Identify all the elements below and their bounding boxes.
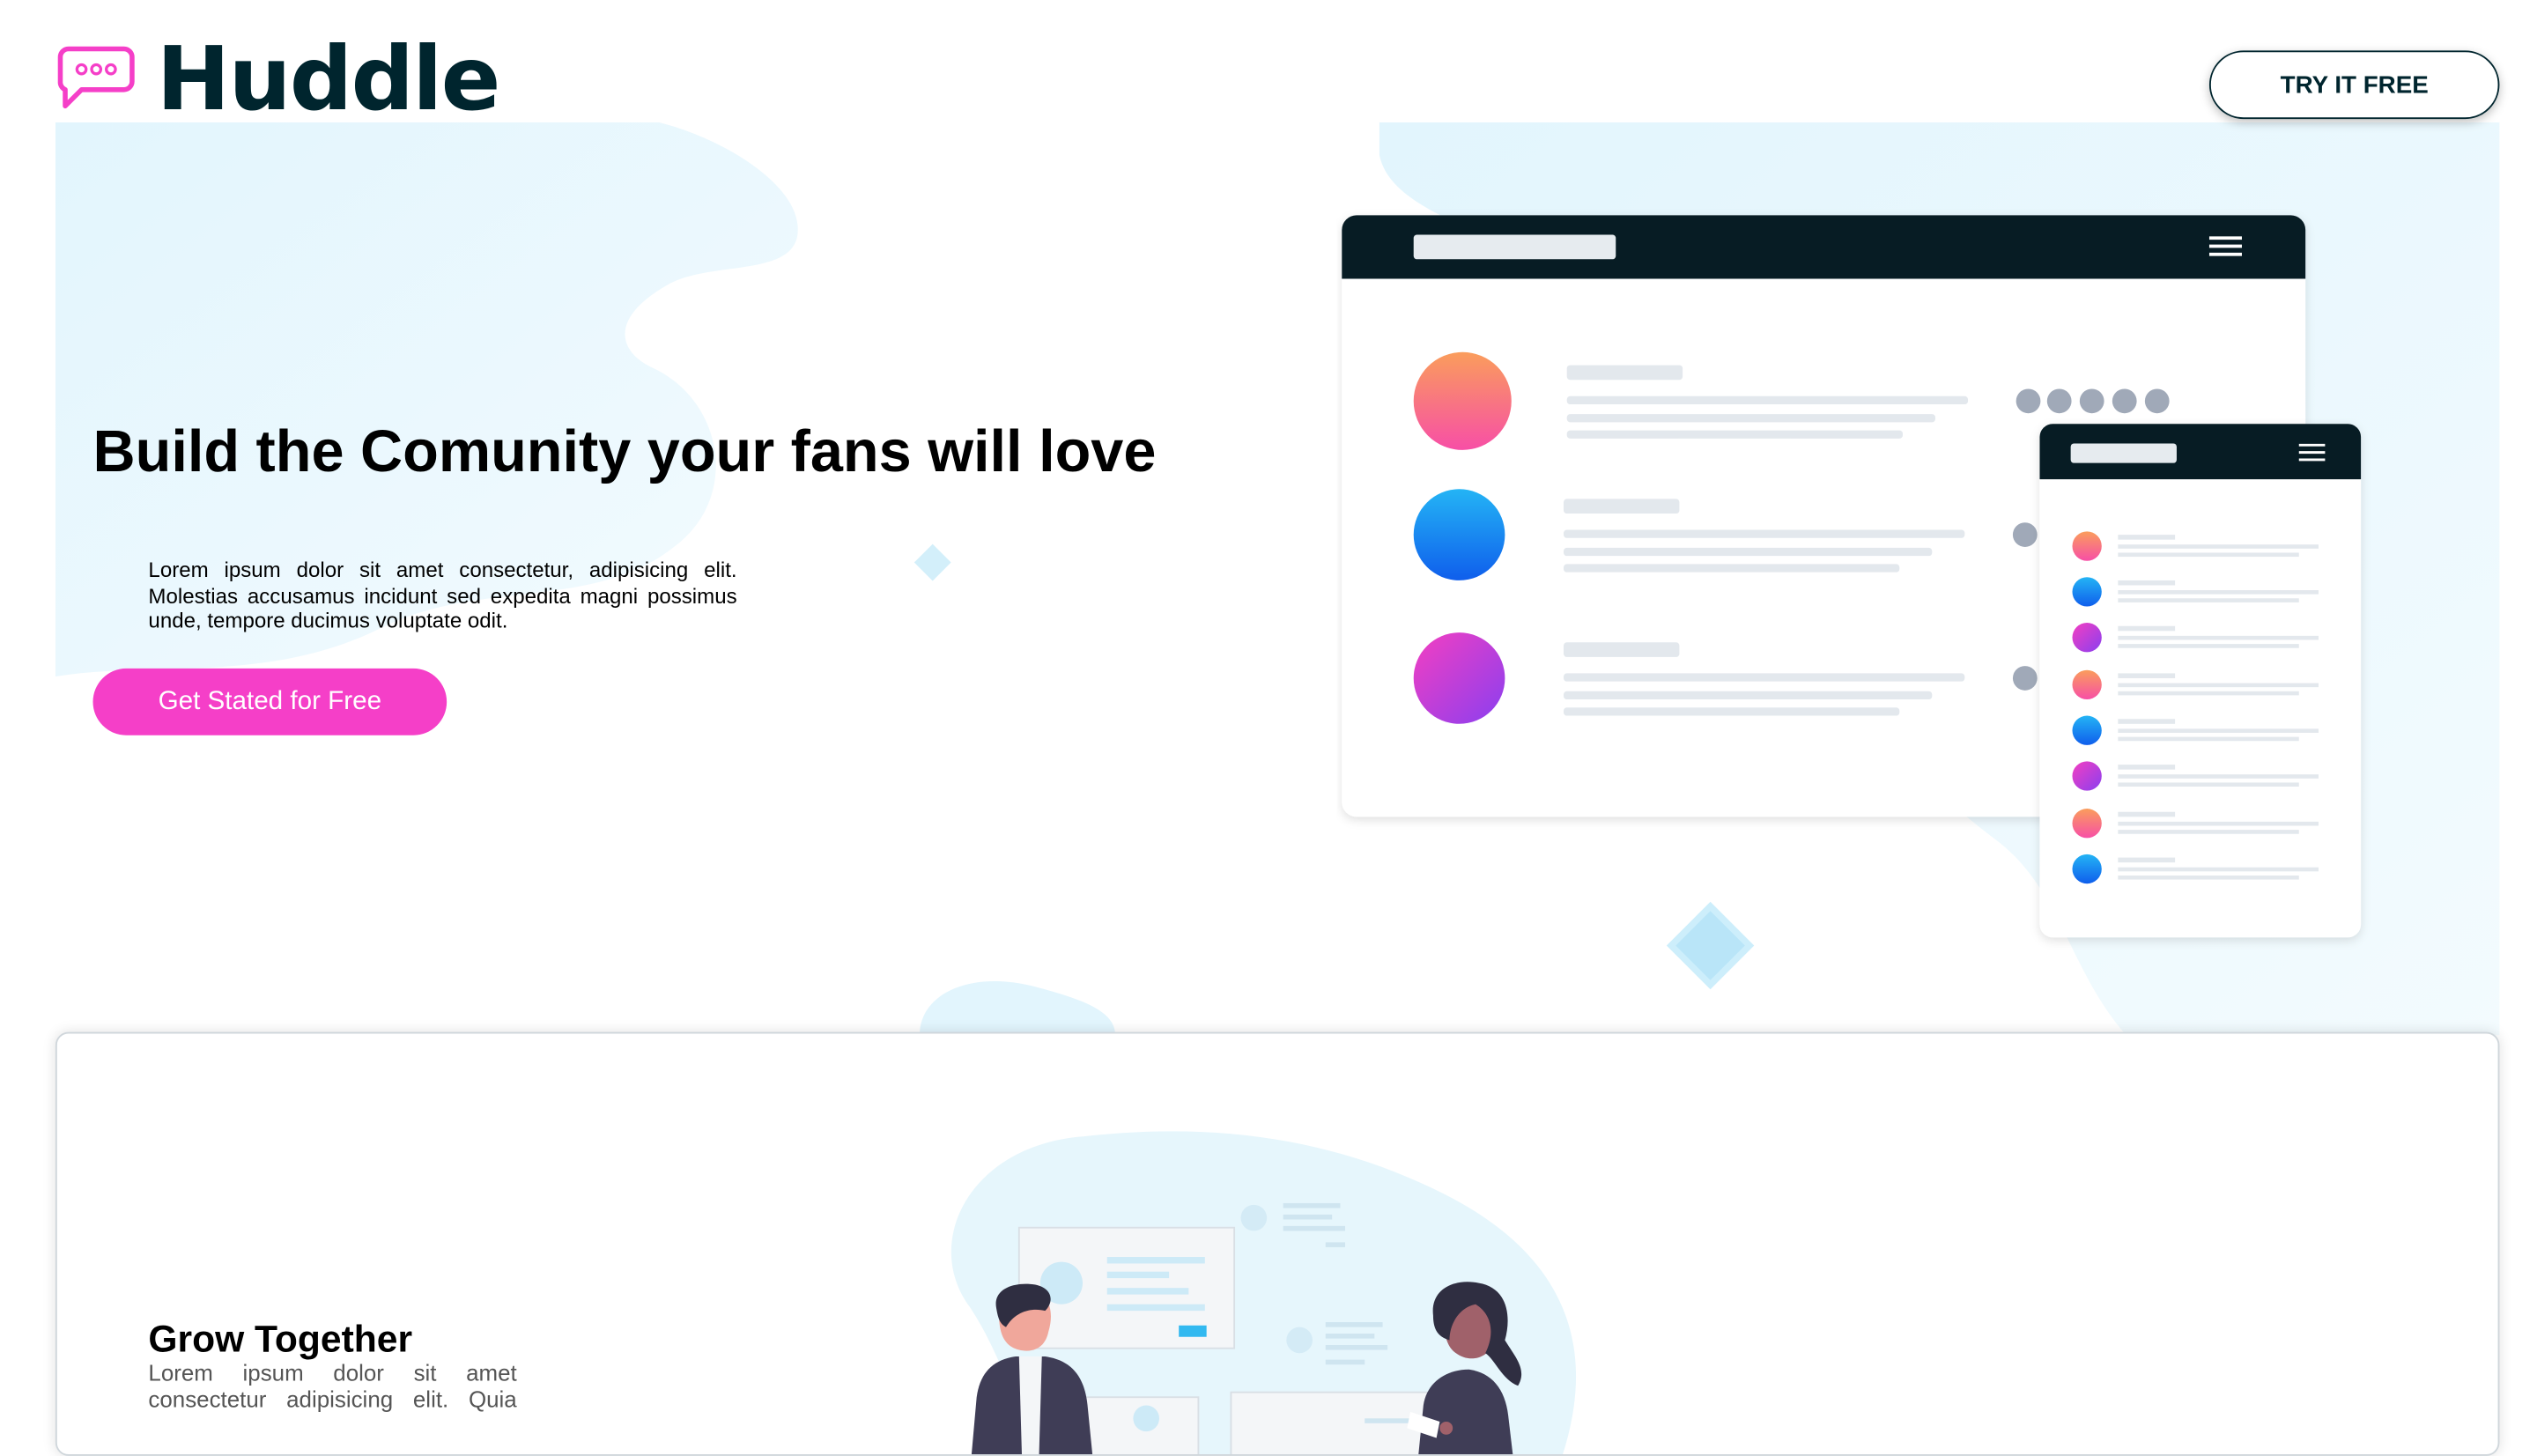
hero-description: Lorem ipsum dolor sit amet consectetur, … [148, 558, 737, 633]
hero-app-mockup-illustration [1342, 215, 2362, 990]
logo[interactable]: Huddle [55, 27, 501, 131]
grow-together-description: Lorem ipsum dolor sit amet consectetur a… [148, 1359, 517, 1412]
chat-bubble-icon [57, 46, 135, 109]
grow-together-section: Grow Together Lorem ipsum dolor sit amet… [55, 1031, 2500, 1456]
try-it-free-button[interactable]: TRY IT FREE [2208, 50, 2500, 120]
hero-headline: Build the Comunity your fans will love [92, 417, 1157, 484]
get-started-button[interactable]: Get Stated for Free [92, 668, 447, 735]
logo-text: Huddle [156, 27, 501, 131]
grow-together-title: Grow Together [148, 1317, 413, 1360]
grow-together-illustration [950, 1131, 1576, 1455]
